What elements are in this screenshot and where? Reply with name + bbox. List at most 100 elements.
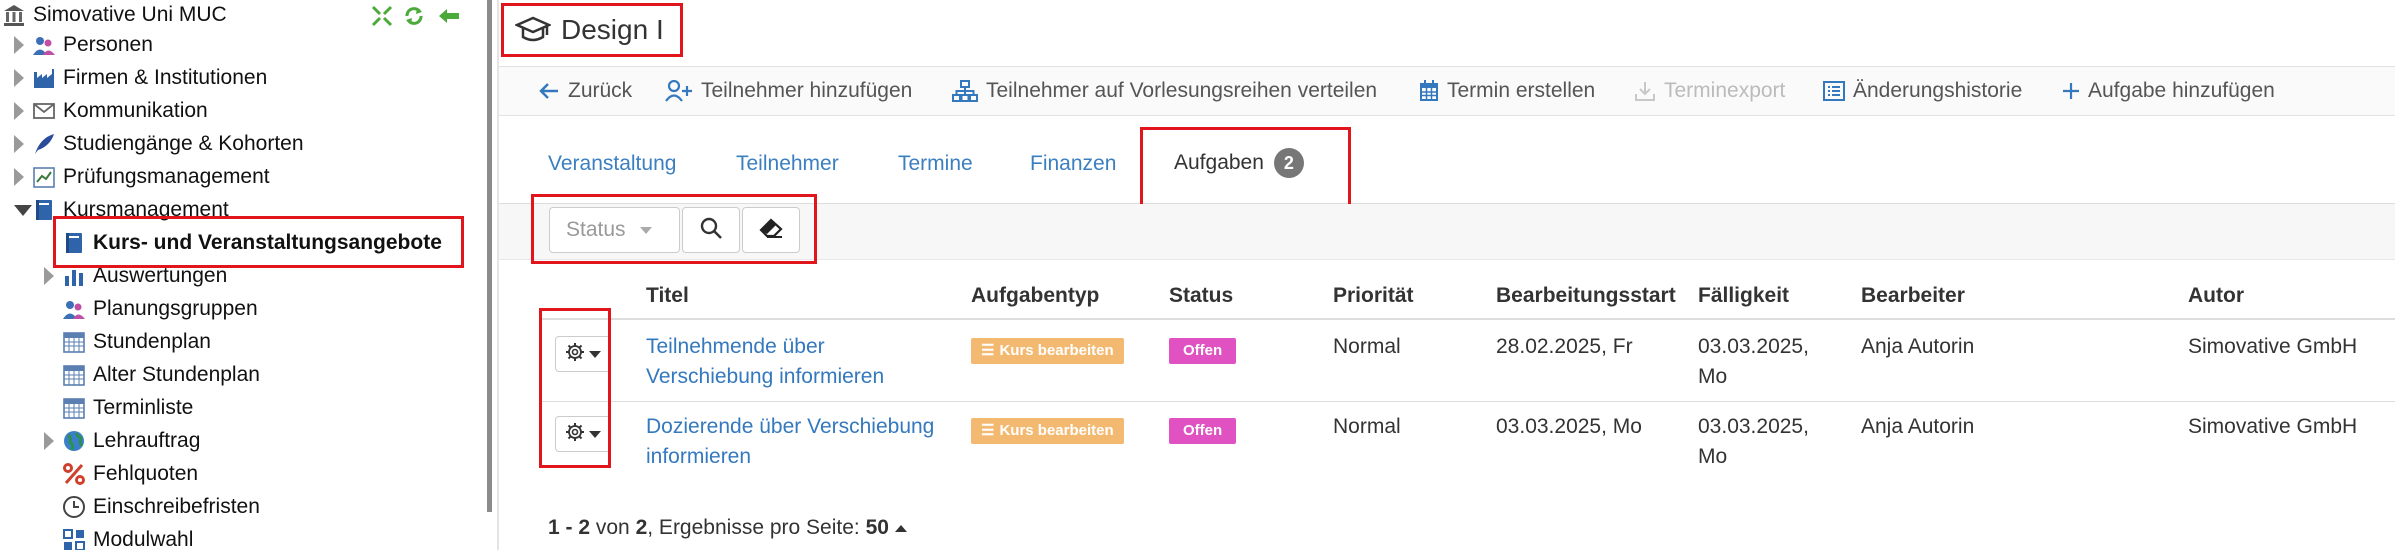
- column-header-status[interactable]: Status: [1169, 284, 1233, 308]
- sidebar-item[interactable]: Alter Stundenplan: [62, 360, 260, 390]
- building-icon: [2, 3, 26, 27]
- chart-icon: [32, 165, 56, 189]
- sitemap-icon: [952, 80, 978, 102]
- list-icon: ☰: [981, 342, 995, 359]
- sidebar-item[interactable]: Planungsgruppen: [62, 294, 258, 324]
- calendar-icon: [62, 363, 86, 387]
- column-header-due[interactable]: Fälligkeit: [1698, 284, 1789, 308]
- pagination-info: 1 - 2 von 2, Ergebnisse pro Seite: 50: [548, 516, 907, 540]
- sidebar-item[interactable]: Prüfungsmanagement: [32, 162, 270, 192]
- sidebar-item[interactable]: Einschreibefristen: [62, 492, 260, 522]
- due-cell: 03.03.2025, Mo: [1698, 335, 1809, 388]
- tree-expand-toggle-icon[interactable]: [14, 36, 24, 54]
- tree-expand-toggle-icon[interactable]: [14, 102, 24, 120]
- column-header-type[interactable]: Aufgabentyp: [971, 284, 1099, 308]
- collapse-arrow-icon[interactable]: [437, 5, 461, 27]
- start-cell: 03.03.2025, Mo: [1496, 415, 1642, 438]
- main-content: Design I Zurück Teilnehmer hinzufügen Te…: [499, 0, 2395, 550]
- tree-expand-toggle-icon[interactable]: [14, 168, 24, 186]
- tab-finances[interactable]: Finanzen: [1030, 152, 1116, 176]
- sidebar-item[interactable]: Fehlquoten: [62, 459, 198, 489]
- calendar-icon: [62, 330, 86, 354]
- sidebar-item-label: Studiengänge & Kohorten: [63, 132, 304, 155]
- sidebar-item[interactable]: Personen: [32, 30, 153, 60]
- sidebar-item-label: Fehlquoten: [93, 462, 199, 485]
- plus-icon: [2062, 82, 2080, 100]
- toolbar: Zurück Teilnehmer hinzufügen Teilnehmer …: [499, 66, 2395, 116]
- percent-icon: [62, 462, 86, 486]
- column-header-title[interactable]: Titel: [646, 284, 689, 308]
- tree-root[interactable]: Simovative Uni MUC: [2, 0, 227, 30]
- chevron-up-icon: [894, 524, 907, 532]
- column-header-author[interactable]: Autor: [2188, 284, 2244, 308]
- tree-collapse-toggle-icon[interactable]: [14, 205, 32, 216]
- sidebar-item[interactable]: Firmen & Institutionen: [32, 63, 267, 93]
- change-history-button[interactable]: Änderungshistorie: [1823, 67, 2022, 115]
- highlight-selected-item: [53, 216, 464, 268]
- per-page-select[interactable]: 50: [866, 516, 907, 539]
- calendar-icon: [62, 396, 86, 420]
- sidebar-splitter[interactable]: [487, 0, 492, 512]
- list-icon: ☰: [981, 422, 995, 439]
- due-cell: 03.03.2025, Mo: [1698, 415, 1809, 468]
- table-row: Dozierende über Verschiebung informieren …: [499, 402, 2395, 481]
- highlight-filter-controls: [531, 194, 817, 264]
- tree-expand-toggle-icon[interactable]: [14, 69, 24, 87]
- back-button[interactable]: Zurück: [538, 67, 632, 115]
- sidebar-item-label: Stundenplan: [93, 330, 211, 353]
- task-title-link[interactable]: Dozierende über Verschiebung informieren: [646, 412, 934, 472]
- sidebar-item-label: Firmen & Institutionen: [63, 66, 268, 89]
- sidebar-item-label: Terminliste: [93, 396, 194, 419]
- tree-root-label: Simovative Uni MUC: [33, 3, 227, 26]
- grid-icon: [62, 528, 86, 550]
- tab-participants[interactable]: Teilnehmer: [736, 152, 839, 176]
- add-task-button[interactable]: Aufgabe hinzufügen: [2062, 67, 2275, 115]
- tree-expand-toggle-icon[interactable]: [44, 432, 54, 450]
- sidebar-item[interactable]: Modulwahl: [62, 525, 193, 550]
- sidebar-item-label: Prüfungsmanagement: [63, 165, 270, 188]
- table-row: Teilnehmende über Verschiebung informiere…: [499, 320, 2395, 399]
- sidebar-item-label: Planungsgruppen: [93, 297, 258, 320]
- highlight-tasks-tab: [1140, 127, 1351, 210]
- arrow-left-icon: [538, 80, 560, 102]
- sidebar-item[interactable]: Terminliste: [62, 393, 193, 423]
- expand-all-icon[interactable]: [371, 5, 393, 27]
- create-date-button[interactable]: Termin erstellen: [1419, 67, 1595, 115]
- author-cell: Simovative GmbH: [2188, 335, 2358, 358]
- task-title-link[interactable]: Teilnehmende über Verschiebung informiere…: [646, 332, 884, 392]
- column-header-priority[interactable]: Priorität: [1333, 284, 1414, 308]
- clock-icon: [62, 495, 86, 519]
- sidebar-item-label: Alter Stundenplan: [93, 363, 260, 386]
- date-export-button[interactable]: Terminexport: [1634, 67, 1785, 115]
- list-icon: [1823, 81, 1845, 101]
- start-cell: 28.02.2025, Fr: [1496, 335, 1633, 358]
- tab-dates[interactable]: Termine: [898, 152, 973, 176]
- tree-expand-toggle-icon[interactable]: [44, 267, 54, 285]
- people-icon: [62, 297, 86, 321]
- column-header-start[interactable]: Bearbeitungsstart: [1496, 284, 1676, 308]
- tab-bar: Veranstaltung Teilnehmer Termine Finanze…: [499, 128, 2395, 204]
- sidebar-item[interactable]: Studiengänge & Kohorten: [32, 129, 304, 159]
- tab-event[interactable]: Veranstaltung: [548, 152, 676, 176]
- envelope-icon: [32, 99, 56, 123]
- navigation-tree: Simovative Uni MUC Personen Firmen & Inst…: [0, 0, 487, 550]
- refresh-icon[interactable]: [403, 5, 425, 27]
- highlight-title: [501, 3, 683, 57]
- sidebar-item[interactable]: Stundenplan: [62, 327, 211, 357]
- status-badge: Offen: [1169, 334, 1237, 364]
- sidebar-item-label: Personen: [63, 33, 153, 56]
- distribute-participants-button[interactable]: Teilnehmer auf Vorlesungsreihen verteile…: [952, 67, 1377, 115]
- task-type-badge: ☰ Kurs bearbeiten: [971, 334, 1124, 364]
- column-header-assignee[interactable]: Bearbeiter: [1861, 284, 1965, 308]
- priority-cell: Normal: [1333, 335, 1401, 358]
- download-icon: [1634, 80, 1656, 102]
- task-type-badge: ☰ Kurs bearbeiten: [971, 414, 1124, 444]
- people-icon: [32, 33, 56, 57]
- tree-expand-toggle-icon[interactable]: [14, 135, 24, 153]
- sidebar-item-label: Kommunikation: [63, 99, 208, 122]
- assignee-cell: Anja Autorin: [1861, 415, 1975, 438]
- user-plus-icon: [665, 80, 693, 102]
- sidebar-item[interactable]: Lehrauftrag: [62, 426, 200, 456]
- sidebar-item[interactable]: Kommunikation: [32, 96, 208, 126]
- add-participant-button[interactable]: Teilnehmer hinzufügen: [665, 67, 912, 115]
